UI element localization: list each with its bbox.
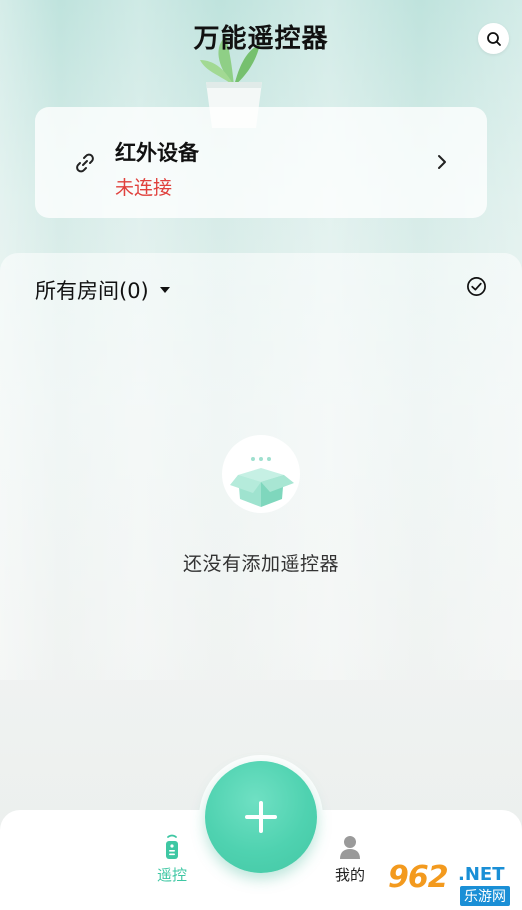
- device-status: 未连接: [115, 177, 173, 199]
- empty-box-icon: [222, 435, 300, 513]
- device-name: 红外设备: [115, 141, 199, 165]
- chevron-right-icon: [438, 155, 446, 169]
- tab-remote[interactable]: 遥控: [142, 834, 202, 885]
- empty-state-message: 还没有添加遥控器: [182, 553, 339, 575]
- user-icon: [340, 836, 360, 859]
- search-icon: [486, 31, 501, 46]
- page-title: 万能遥控器: [193, 24, 329, 54]
- tab-remote-label: 遥控: [156, 866, 187, 884]
- tab-mine[interactable]: 我的: [320, 834, 380, 885]
- plus-icon: [245, 801, 277, 833]
- caret-down-icon: [159, 287, 170, 293]
- check-circle-icon[interactable]: [466, 276, 487, 297]
- room-filter-label: 所有房间(0): [35, 279, 149, 303]
- remote-icon: [166, 834, 178, 859]
- search-button[interactable]: [478, 23, 509, 54]
- watermark-brand: 962: [388, 860, 449, 895]
- watermark-net: .NET: [458, 864, 505, 885]
- watermark-sub: 乐游网: [460, 886, 510, 906]
- watermark-logo: 962 .NET 乐游网: [384, 858, 522, 910]
- tab-mine-label: 我的: [334, 866, 365, 884]
- link-icon: [76, 153, 94, 173]
- add-remote-button[interactable]: [205, 761, 317, 873]
- ir-device-card[interactable]: 红外设备 未连接: [35, 107, 487, 218]
- room-filter-dropdown[interactable]: 所有房间(0): [35, 275, 171, 305]
